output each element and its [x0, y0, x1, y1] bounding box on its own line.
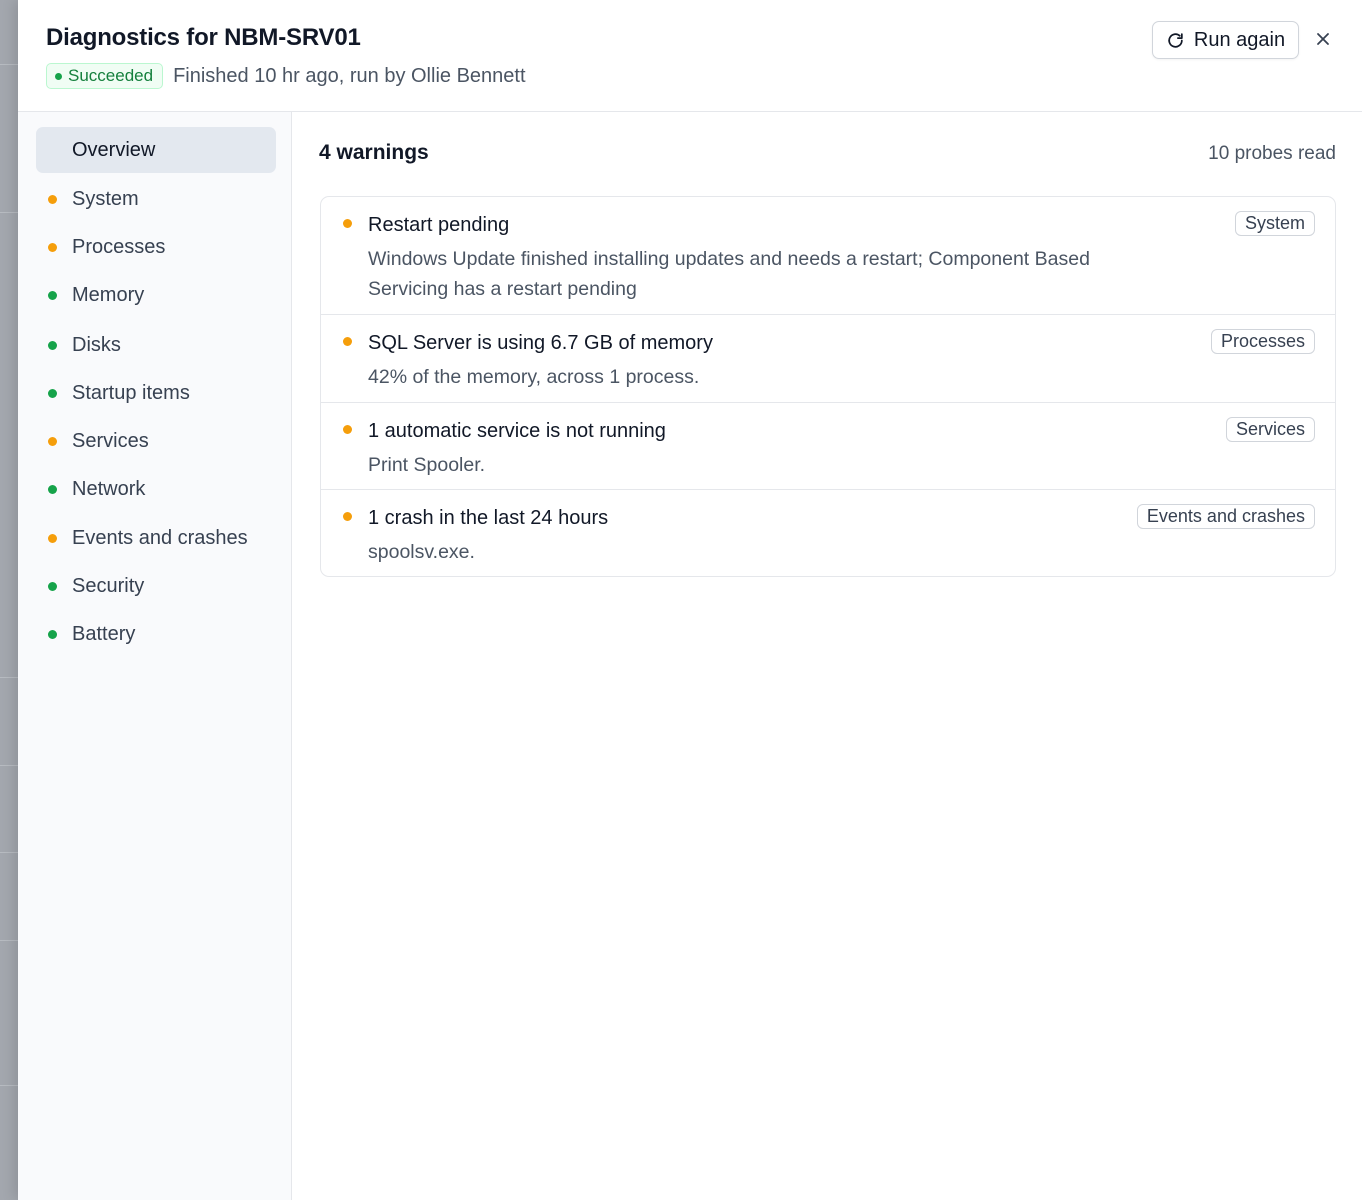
- warning-category-tag[interactable]: Processes: [1210, 329, 1315, 354]
- backdrop-divider: [0, 765, 18, 766]
- warning-dot-icon: [48, 242, 57, 252]
- sidebar-item-label: Processes: [72, 235, 166, 258]
- ok-dot-icon: [48, 629, 57, 639]
- diagnostics-drawer: Diagnostics for NBM-SRV01 Succeeded Fini…: [18, 0, 1362, 1200]
- run-again-button[interactable]: Run again: [1152, 21, 1299, 59]
- status-badge: Succeeded: [46, 63, 164, 89]
- sidebar-item-processes[interactable]: Processes: [36, 224, 276, 270]
- sidebar-item-system[interactable]: System: [36, 176, 276, 222]
- warning-dot-icon: [48, 194, 57, 204]
- warning-category-tag[interactable]: System: [1234, 211, 1315, 236]
- sidebar-nav: Overview System Processes Memory Disks S…: [18, 112, 292, 1200]
- run-meta: Finished 10 hr ago, run by Ollie Bennett: [173, 64, 526, 87]
- sidebar-item-label: Startup items: [72, 381, 190, 404]
- ok-dot-icon: [48, 388, 57, 398]
- ok-dot-icon: [48, 581, 57, 591]
- run-again-label: Run again: [1193, 28, 1286, 51]
- warning-dot-icon: [48, 436, 57, 446]
- sidebar-item-label: System: [72, 187, 139, 210]
- ok-dot-icon: [48, 340, 57, 350]
- sidebar-item-label: Battery: [72, 622, 136, 645]
- warning-dot-icon: [343, 219, 352, 228]
- warning-category-tag[interactable]: Services: [1225, 417, 1315, 442]
- warning-item: 1 automatic service is not running Print…: [321, 402, 1335, 489]
- refresh-icon: [1168, 32, 1183, 48]
- sidebar-item-memory[interactable]: Memory: [36, 272, 276, 318]
- sidebar-item-battery[interactable]: Battery: [36, 611, 276, 657]
- success-dot-icon: [55, 72, 62, 80]
- sidebar-item-security[interactable]: Security: [36, 563, 276, 609]
- overview-content: 4 warnings 10 probes read Restart pendin…: [292, 112, 1362, 1200]
- backdrop-divider: [0, 64, 18, 65]
- warning-item: Restart pending Windows Update finished …: [321, 197, 1335, 314]
- sidebar-item-disks[interactable]: Disks: [36, 322, 276, 368]
- warning-description: Windows Update finished installing updat…: [368, 248, 1090, 300]
- sidebar-item-label: Services: [72, 429, 149, 452]
- warning-description: Print Spooler.: [368, 454, 486, 476]
- sidebar-item-startup-items[interactable]: Startup items: [36, 370, 276, 416]
- warning-description: 42% of the memory, across 1 process.: [368, 366, 700, 388]
- sidebar-item-label: Disks: [72, 333, 121, 356]
- probes-read-count: 10 probes read: [1208, 143, 1336, 164]
- warnings-heading: 4 warnings: [319, 141, 429, 164]
- sidebar-item-label: Events and crashes: [72, 526, 248, 549]
- warning-item: 1 crash in the last 24 hours spoolsv.exe…: [321, 489, 1335, 576]
- warnings-list: Restart pending Windows Update finished …: [320, 196, 1336, 577]
- backdrop-divider: [0, 212, 18, 213]
- warning-dot-icon: [343, 512, 352, 521]
- close-button[interactable]: [1310, 26, 1336, 52]
- sidebar-item-network[interactable]: Network: [36, 466, 276, 512]
- sidebar-item-events-and-crashes[interactable]: Events and crashes: [36, 515, 276, 561]
- warning-category-tag[interactable]: Events and crashes: [1136, 504, 1315, 529]
- backdrop-divider: [0, 940, 18, 941]
- ok-dot-icon: [48, 290, 57, 300]
- warning-title: SQL Server is using 6.7 GB of memory: [368, 332, 713, 354]
- sidebar-item-label: Security: [72, 574, 145, 597]
- warning-title: 1 automatic service is not running: [368, 420, 666, 442]
- status-badge-label: Succeeded: [68, 66, 154, 85]
- backdrop-divider: [0, 1085, 18, 1086]
- sidebar-item-services[interactable]: Services: [36, 418, 276, 464]
- warning-title: 1 crash in the last 24 hours: [368, 507, 609, 529]
- close-icon: [1317, 33, 1329, 45]
- sidebar-item-overview[interactable]: Overview: [36, 127, 276, 173]
- warning-dot-icon: [48, 533, 57, 543]
- warning-dot-icon: [343, 425, 352, 434]
- sidebar-item-label: Memory: [72, 283, 145, 306]
- backdrop-overlay: [0, 0, 18, 1200]
- ok-dot-icon: [48, 484, 57, 494]
- sidebar-item-label: Overview: [72, 138, 156, 161]
- warning-title: Restart pending: [368, 214, 510, 236]
- backdrop-divider: [0, 677, 18, 678]
- warning-dot-icon: [343, 337, 352, 346]
- warning-description: spoolsv.exe.: [368, 541, 475, 563]
- backdrop-divider: [0, 852, 18, 853]
- page-title: Diagnostics for NBM-SRV01: [46, 24, 361, 51]
- sidebar-item-label: Network: [72, 477, 146, 500]
- warning-item: SQL Server is using 6.7 GB of memory 42%…: [321, 314, 1335, 402]
- status-row: Succeeded Finished 10 hr ago, run by Oll…: [46, 62, 526, 90]
- drawer-header: Diagnostics for NBM-SRV01 Succeeded Fini…: [18, 0, 1362, 112]
